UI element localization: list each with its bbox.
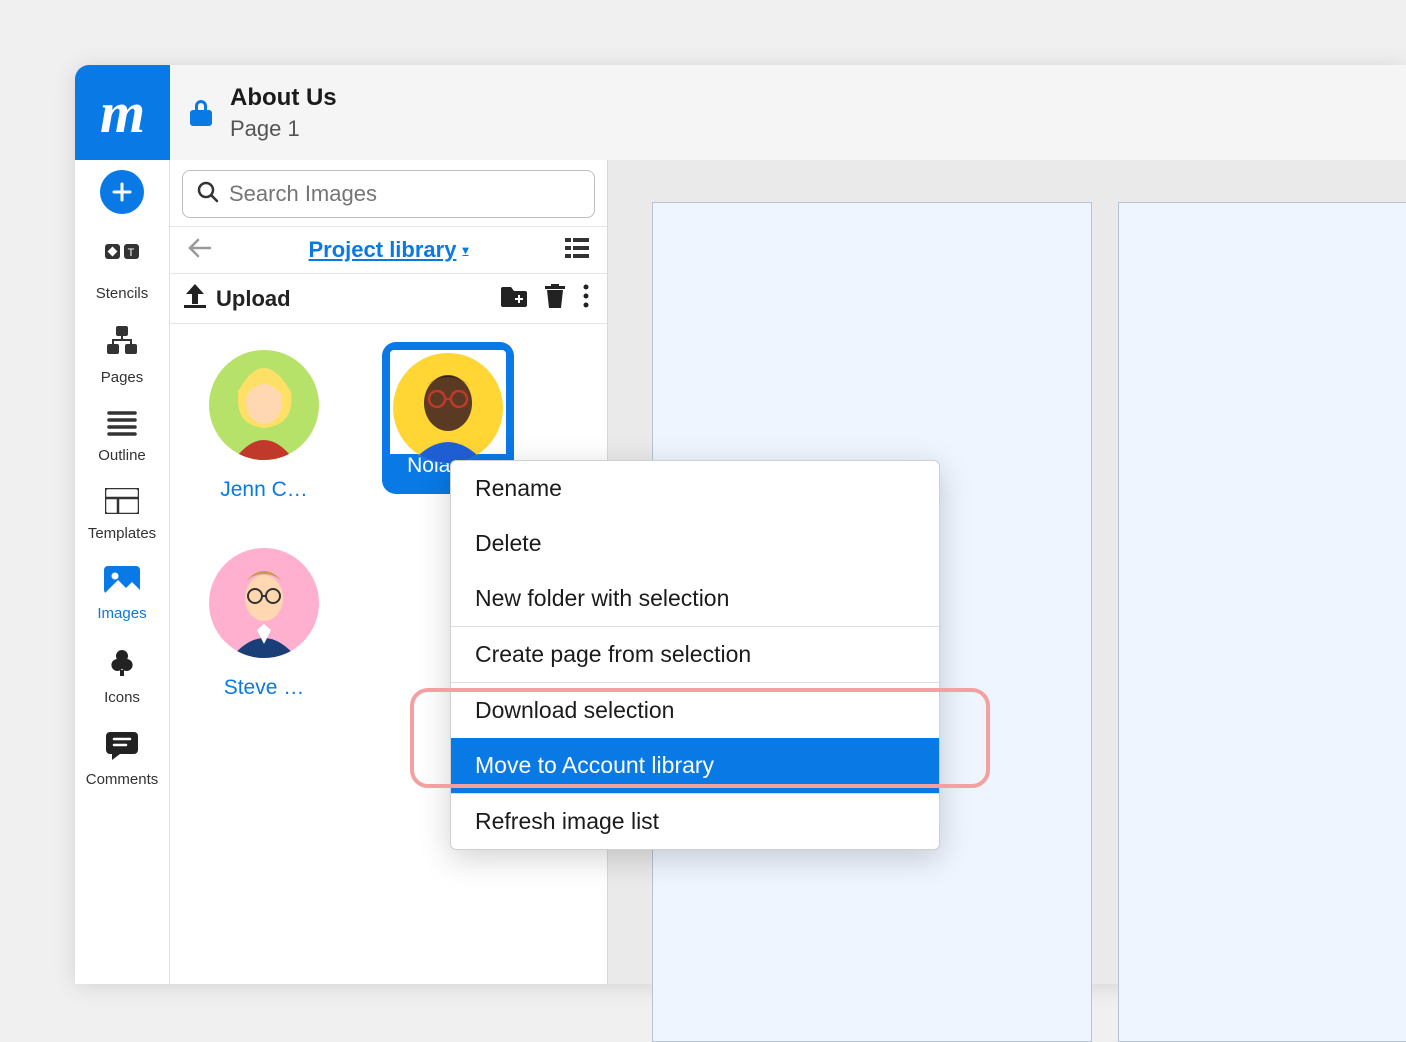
- templates-icon: [105, 488, 139, 519]
- sidebar-item-icons[interactable]: Icons: [75, 636, 169, 720]
- avatar: [209, 548, 319, 658]
- search-box[interactable]: [182, 170, 595, 218]
- back-arrow-icon[interactable]: [188, 238, 212, 263]
- library-label: Project library: [309, 237, 457, 263]
- canvas-element[interactable]: [1118, 202, 1406, 1042]
- outline-icon: [107, 410, 137, 441]
- upload-button[interactable]: Upload: [216, 286, 291, 312]
- icons-icon: [106, 646, 138, 683]
- new-folder-icon[interactable]: [501, 285, 527, 312]
- sidebar-item-label: Comments: [86, 771, 159, 788]
- sidebar-item-templates[interactable]: Templates: [75, 478, 169, 556]
- sidebar-item-images[interactable]: Images: [75, 556, 169, 636]
- app-logo-glyph: m: [100, 79, 145, 146]
- ctx-create-page[interactable]: Create page from selection: [451, 626, 939, 682]
- comments-icon: [106, 730, 138, 765]
- caret-down-icon: ▾: [462, 243, 468, 257]
- image-name: Jenn C…: [220, 478, 308, 502]
- avatar: [393, 353, 503, 463]
- upload-row: Upload: [170, 274, 607, 324]
- more-icon[interactable]: [583, 284, 589, 313]
- sidebar-item-label: Outline: [98, 447, 146, 464]
- library-dropdown[interactable]: Project library ▾: [309, 237, 469, 263]
- pages-icon: [105, 326, 139, 363]
- sidebar-item-label: Templates: [88, 525, 156, 542]
- title-info: About Us Page 1: [170, 65, 337, 160]
- images-icon: [104, 566, 140, 599]
- delete-icon[interactable]: [545, 284, 565, 313]
- library-row: Project library ▾: [170, 227, 607, 274]
- add-button[interactable]: [100, 170, 144, 214]
- context-menu: Rename Delete New folder with selection …: [450, 460, 940, 850]
- ctx-move-to-account[interactable]: Move to Account library: [451, 738, 939, 793]
- ctx-download[interactable]: Download selection: [451, 682, 939, 738]
- upload-icon: [184, 284, 206, 313]
- sidebar-item-stencils[interactable]: T Stencils: [75, 234, 169, 316]
- page-title: About Us: [230, 84, 337, 112]
- image-tile[interactable]: Jenn C…: [184, 342, 344, 502]
- sidebar-item-label: Icons: [104, 689, 140, 706]
- search-icon: [197, 181, 219, 208]
- sidebar-item-label: Pages: [101, 369, 144, 386]
- svg-text:T: T: [128, 247, 135, 259]
- sidebar-item-pages[interactable]: Pages: [75, 316, 169, 400]
- sidebar-item-comments[interactable]: Comments: [75, 720, 169, 802]
- image-tile[interactable]: Steve …: [184, 540, 344, 700]
- ctx-delete[interactable]: Delete: [451, 516, 939, 571]
- ctx-refresh[interactable]: Refresh image list: [451, 793, 939, 849]
- avatar: [209, 350, 319, 460]
- sidebar-item-label: Images: [97, 605, 146, 622]
- app-logo[interactable]: m: [75, 65, 170, 160]
- ctx-new-folder[interactable]: New folder with selection: [451, 571, 939, 626]
- sidebar-item-outline[interactable]: Outline: [75, 400, 169, 478]
- ctx-rename[interactable]: Rename: [451, 461, 939, 516]
- sidebar: T Stencils Pages Outline Te: [75, 160, 170, 984]
- search-input[interactable]: [229, 181, 580, 207]
- sidebar-item-label: Stencils: [96, 285, 149, 302]
- page-subtitle: Page 1: [230, 116, 337, 142]
- lock-icon: [190, 100, 212, 126]
- image-name: Steve …: [224, 676, 305, 700]
- stencils-icon: T: [105, 244, 139, 279]
- view-toggle-button[interactable]: [565, 238, 589, 263]
- title-bar: m About Us Page 1: [75, 65, 1406, 160]
